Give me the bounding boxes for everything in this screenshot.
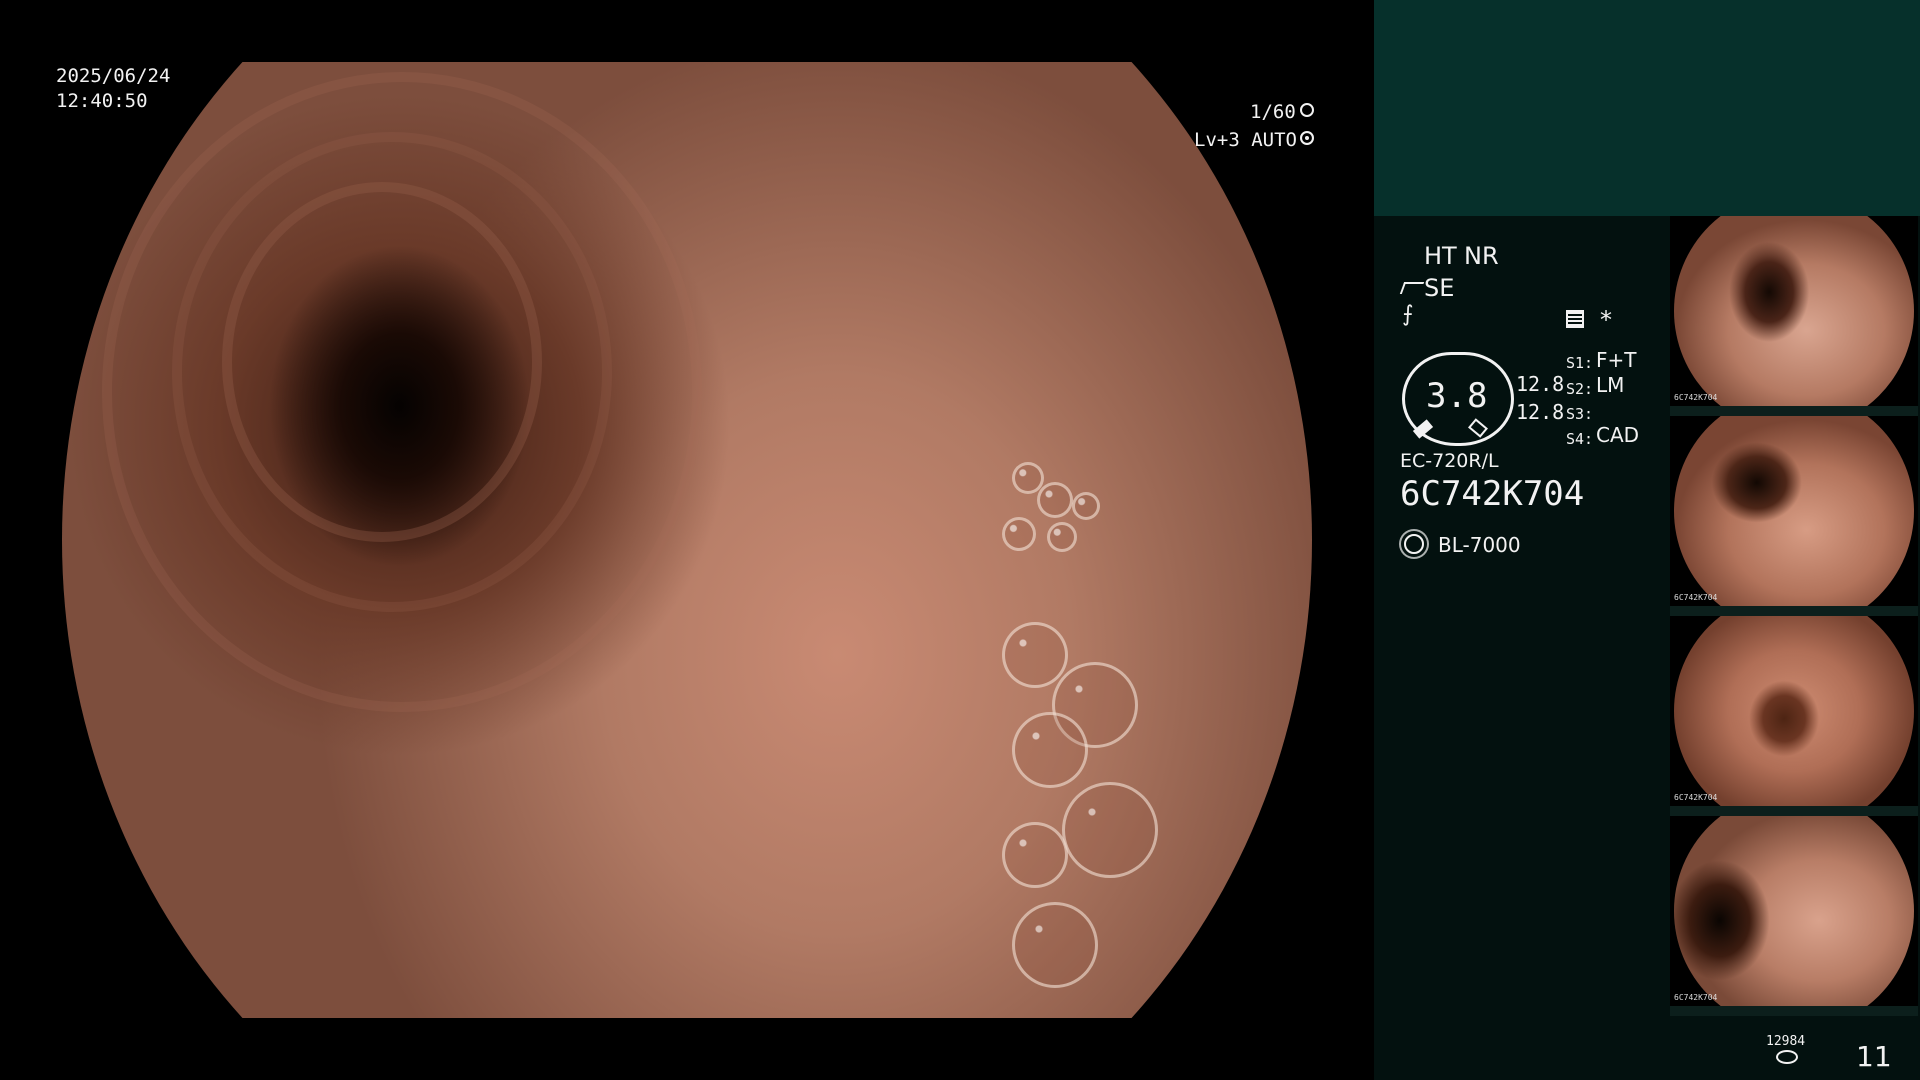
- aperture-icon: [1300, 103, 1314, 117]
- thumbnail-label: 6C742K704: [1674, 793, 1718, 802]
- scope-serial: 6C742K704: [1400, 474, 1585, 514]
- captured-thumbnail[interactable]: 6C742K704: [1670, 416, 1918, 616]
- thumbnail-label: 6C742K704: [1674, 593, 1718, 602]
- nr-label: NR: [1464, 242, 1499, 270]
- s1-value: F+T: [1596, 348, 1637, 372]
- captured-thumbnail[interactable]: 6C742K704: [1670, 616, 1918, 816]
- gauge-top-value: 12.8: [1516, 372, 1565, 396]
- gauge-value: 3.8: [1426, 376, 1488, 416]
- captured-thumbnail[interactable]: 6C742K704: [1670, 816, 1918, 1016]
- air-bubble: [1002, 822, 1068, 888]
- memory-icon: [1566, 310, 1584, 328]
- endoscope-live-view: [62, 62, 1312, 1018]
- s3-label: S3:: [1566, 405, 1594, 423]
- light-source-icon: [1404, 534, 1424, 554]
- air-bubble: [1037, 482, 1073, 518]
- iris-icon: [1300, 131, 1314, 145]
- air-bubble: [1062, 782, 1158, 878]
- asterisk-label: *: [1600, 306, 1612, 334]
- mucosal-fold: [102, 72, 702, 712]
- shutter-label: 1/60: [1250, 101, 1296, 123]
- gauge-bottom-value: 12.8: [1516, 400, 1565, 424]
- scope-model: EC-720R/L: [1400, 450, 1499, 472]
- s4-label: S4:: [1566, 430, 1594, 448]
- air-bubble: [1012, 902, 1098, 988]
- light-source-label: BL-7000: [1438, 533, 1521, 557]
- s2-label: S2:: [1566, 380, 1594, 398]
- ht-label: HT: [1424, 242, 1457, 270]
- thumbnail-label: 6C742K704: [1674, 993, 1718, 1002]
- air-bubble: [1047, 522, 1077, 552]
- side-panel-header: [1374, 0, 1920, 216]
- air-bubble: [1012, 712, 1088, 788]
- se-label: SE: [1424, 274, 1455, 302]
- air-bubble: [1072, 492, 1100, 520]
- level-label: Lv+3 AUTO: [1194, 129, 1297, 151]
- s4-value: CAD: [1596, 423, 1640, 447]
- storage-counter: 12984: [1766, 1034, 1806, 1049]
- filter-icon: ⨍: [1402, 302, 1414, 327]
- time-label: 12:40:50: [56, 90, 148, 112]
- captured-thumbnail[interactable]: 6C742K704: [1670, 216, 1918, 416]
- date-label: 2025/06/24: [56, 65, 171, 87]
- thumbnail-label: 6C742K704: [1674, 393, 1718, 402]
- s1-label: S1:: [1566, 354, 1594, 372]
- s2-value: LM: [1596, 373, 1625, 397]
- air-bubble: [1002, 517, 1036, 551]
- image-count: 11: [1856, 1040, 1892, 1073]
- storage-icon: [1776, 1050, 1798, 1064]
- air-bubble: [1002, 622, 1068, 688]
